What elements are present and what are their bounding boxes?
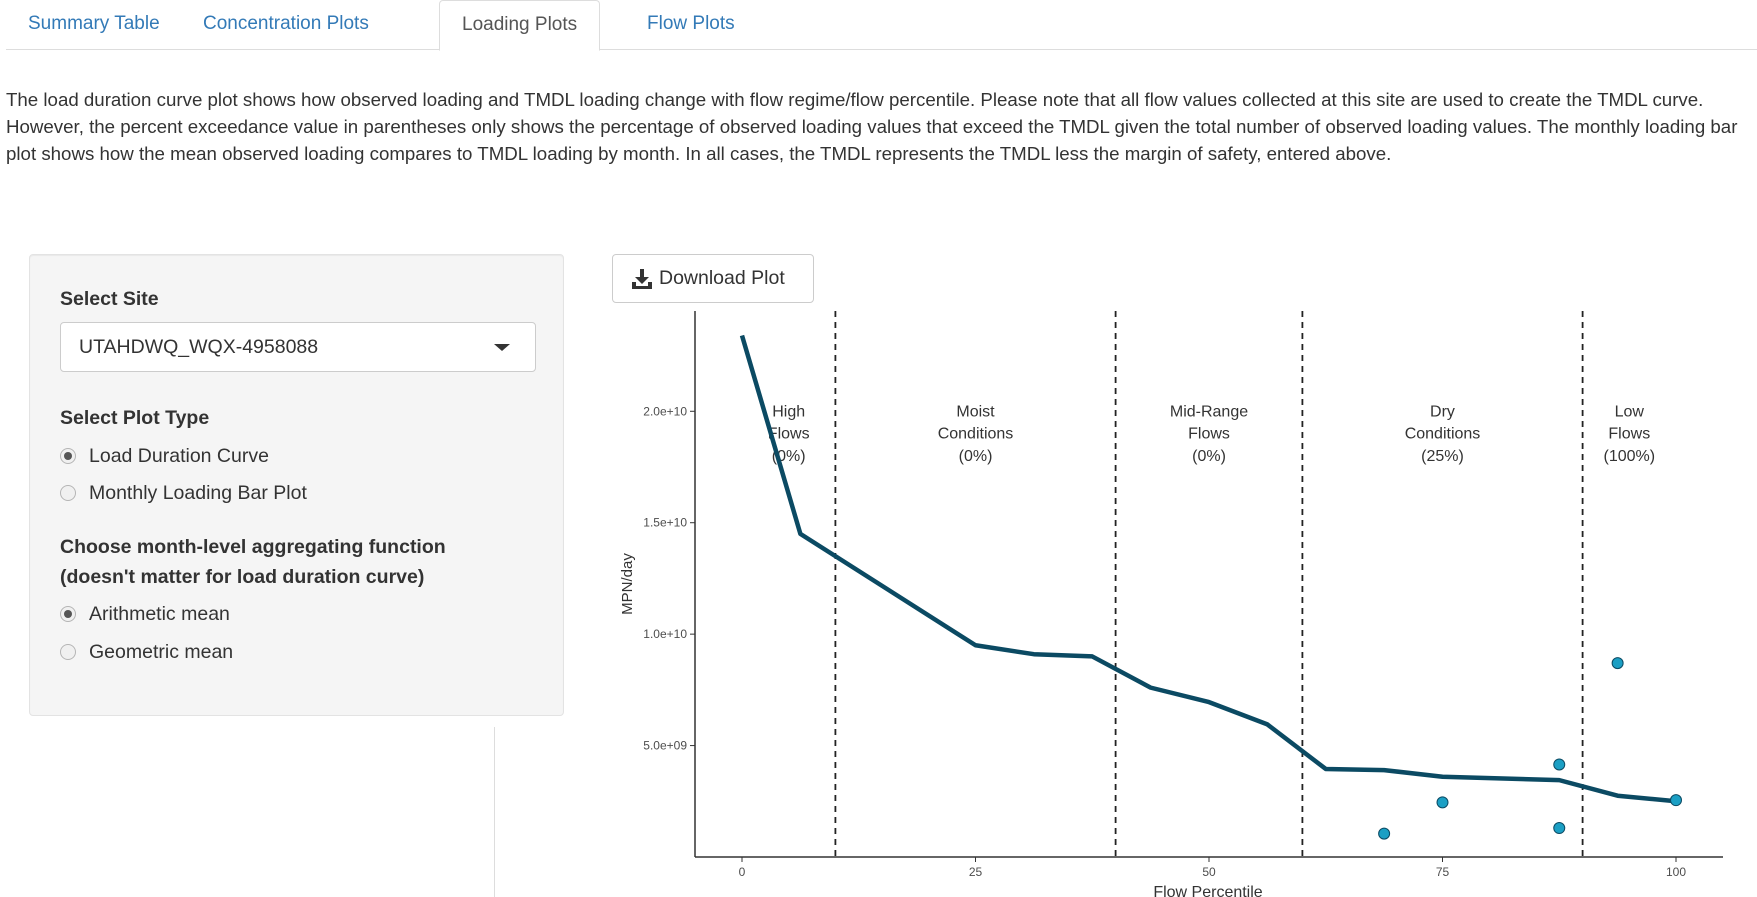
download-plot-button[interactable]: Download Plot bbox=[612, 254, 814, 303]
tab-summary-table[interactable]: Summary Table bbox=[6, 0, 182, 50]
y-tick-label: 5.0e+09 bbox=[643, 739, 687, 753]
x-tick-label: 100 bbox=[1666, 865, 1686, 879]
y-axis-label: MPN/day bbox=[619, 553, 636, 615]
flow-regime-label: (0%) bbox=[1192, 448, 1226, 465]
sidebar-panel: Select Site UTAHDWQ_WQX-4958088 Select P… bbox=[29, 254, 564, 716]
tab-loading-plots[interactable]: Loading Plots bbox=[439, 0, 601, 51]
observed-loading-point bbox=[1378, 827, 1391, 840]
observed-loading-point bbox=[1436, 796, 1449, 809]
radio-label: Geometric mean bbox=[89, 641, 234, 663]
x-tick-label: 25 bbox=[969, 865, 983, 879]
y-tick-label: 1.5e+10 bbox=[643, 516, 687, 530]
aggregating-function-label-line2: (doesn't matter for load duration curve) bbox=[60, 566, 425, 588]
flow-regime-label: (0%) bbox=[959, 448, 993, 465]
x-axis-label: Flow Percentile bbox=[1153, 884, 1262, 897]
flow-regime-label: Dry bbox=[1430, 403, 1455, 420]
flow-regime-label: Conditions bbox=[938, 426, 1014, 443]
flow-regime-label: Mid-Range bbox=[1170, 403, 1248, 420]
flow-regime-label: Low bbox=[1615, 403, 1645, 420]
tab-bar: Summary Table Concentration Plots Loadin… bbox=[6, 0, 1757, 51]
flow-regime-label: (100%) bbox=[1604, 448, 1656, 465]
radio-label: Load Duration Curve bbox=[89, 445, 269, 467]
aggregating-function-label-line1: Choose month-level aggregating function bbox=[60, 536, 446, 558]
flow-regime-label: High bbox=[772, 403, 805, 420]
x-tick-label: 75 bbox=[1436, 865, 1450, 879]
flow-regime-label: Conditions bbox=[1405, 426, 1481, 443]
tab-concentration-plots[interactable]: Concentration Plots bbox=[181, 0, 391, 50]
flow-regime-label: (25%) bbox=[1421, 448, 1464, 465]
tab-flow-plots[interactable]: Flow Plots bbox=[625, 0, 757, 50]
radio-button-checked[interactable] bbox=[60, 606, 76, 622]
x-tick-label: 50 bbox=[1202, 865, 1216, 879]
y-tick-label: 2.0e+10 bbox=[643, 404, 687, 418]
observed-loading-point bbox=[1553, 758, 1566, 771]
select-site-label: Select Site bbox=[60, 288, 159, 310]
radio-button[interactable] bbox=[60, 485, 76, 501]
description-text: The load duration curve plot shows how o… bbox=[6, 89, 1738, 164]
observed-loading-point bbox=[1611, 657, 1624, 670]
load-duration-chart: 0 25 50 75 100 5.0e+09 1.0e+10 1.5e+10 2.0e+10 H… bbox=[619, 311, 1723, 897]
download-icon bbox=[632, 269, 652, 289]
y-tick-label: 1.0e+10 bbox=[643, 627, 687, 641]
radio-button[interactable] bbox=[60, 644, 76, 660]
divider bbox=[494, 727, 495, 897]
flow-regime-label: Flows bbox=[1188, 426, 1230, 443]
download-plot-label: Download Plot bbox=[659, 267, 785, 289]
radio-label: Monthly Loading Bar Plot bbox=[89, 482, 307, 504]
site-select[interactable]: UTAHDWQ_WQX-4958088 bbox=[60, 322, 536, 372]
x-tick-label: 0 bbox=[739, 865, 746, 879]
chevron-down-icon bbox=[494, 344, 510, 351]
observed-loading-point bbox=[1553, 822, 1566, 835]
site-select-value: UTAHDWQ_WQX-4958088 bbox=[79, 336, 319, 358]
plot-type-label: Select Plot Type bbox=[60, 407, 210, 429]
radio-label: Arithmetic mean bbox=[89, 603, 230, 625]
radio-button-checked[interactable] bbox=[60, 448, 76, 464]
observed-loading-point bbox=[1670, 794, 1682, 807]
flow-regime-label: Moist bbox=[956, 403, 995, 420]
flow-regime-label: Flows bbox=[1608, 426, 1650, 443]
